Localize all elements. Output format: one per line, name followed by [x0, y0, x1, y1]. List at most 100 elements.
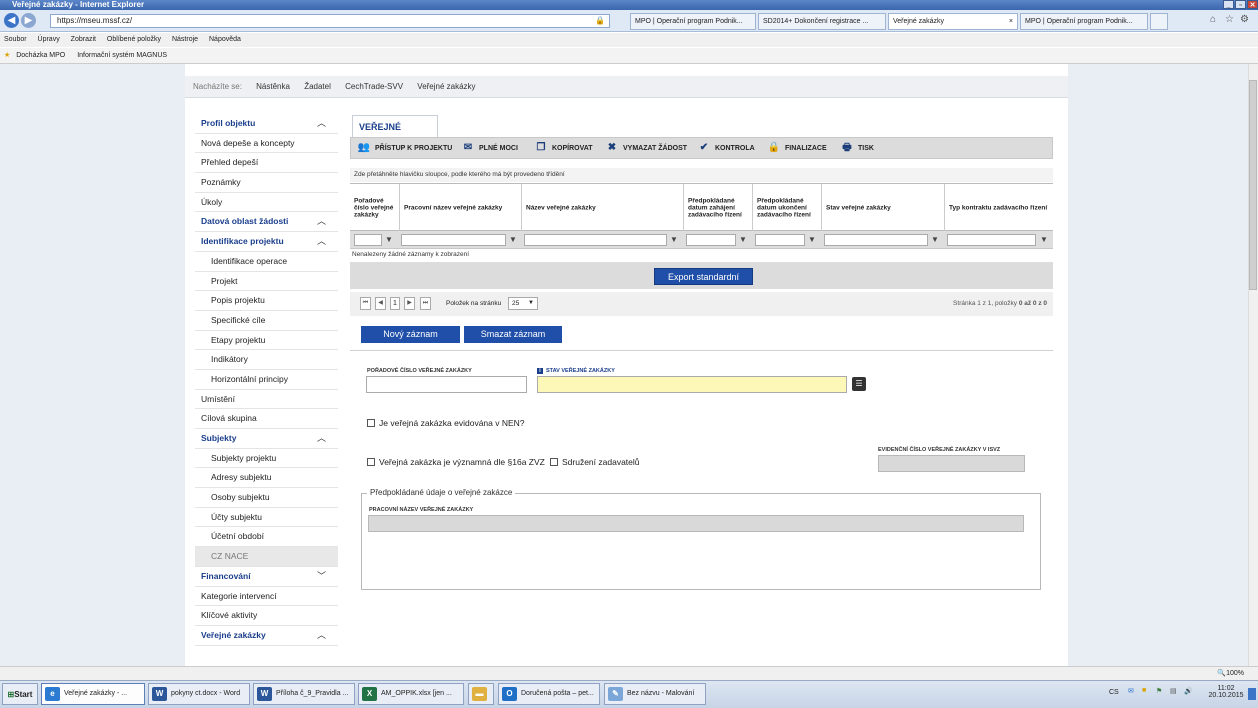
chevron-up-icon[interactable]: ︿: [317, 626, 326, 645]
column-header-end-date[interactable]: Předpokládané datum ukončení zadávacího …: [753, 184, 822, 232]
menu-help[interactable]: Nápověda: [209, 36, 241, 43]
breadcrumb-item-dashboard[interactable]: Nástěnka: [256, 82, 290, 91]
close-button[interactable]: ✕: [1247, 0, 1258, 9]
taskbar-task[interactable]: X AM_OPPIK.xlsx [jen ...: [358, 683, 464, 705]
address-bar[interactable]: https://mseu.mssf.cz/ 🔒: [50, 14, 610, 28]
sidebar-item[interactable]: Umístění: [195, 389, 338, 410]
close-tab-icon[interactable]: ×: [1009, 14, 1013, 29]
finalize-button[interactable]: 🔒 FINALIZACE: [767, 138, 827, 158]
sidebar-item[interactable]: Kategorie intervencí: [195, 586, 338, 607]
sidebar-item[interactable]: Nová depeše a koncepty: [195, 133, 338, 154]
checkbox-box[interactable]: [367, 419, 375, 427]
access-project-button[interactable]: 👥 PŘÍSTUP K PROJEKTU: [357, 138, 453, 158]
sidebar-item[interactable]: Datová oblast žádosti ︿: [195, 212, 338, 233]
last-page-icon[interactable]: ⏭: [420, 297, 431, 310]
page-size-select[interactable]: 25 ▼: [508, 297, 538, 310]
chevron-up-icon[interactable]: ︿: [317, 429, 326, 448]
filter-icon[interactable]: ▼: [670, 234, 679, 246]
state-input[interactable]: [537, 376, 847, 393]
column-header-order[interactable]: Pořadové číslo veřejné zakázky: [350, 184, 400, 232]
column-header-working-name[interactable]: Pracovní název veřejné zakázky: [400, 184, 522, 232]
network-icon[interactable]: ▤: [1170, 687, 1177, 695]
significant-checkbox[interactable]: Veřejná zakázka je významná dle §16a ZVZ: [367, 457, 545, 467]
forward-icon[interactable]: ▶: [21, 13, 36, 28]
column-header-name[interactable]: Název veřejné zakázky: [522, 184, 684, 232]
sidebar-item[interactable]: Horizontální principy: [195, 369, 338, 390]
tab-mpo-1[interactable]: MPO | Operační program Podnik...: [630, 13, 756, 30]
power-of-attorney-button[interactable]: ✉ PLNÉ MOCI: [461, 138, 518, 158]
column-header-start-date[interactable]: Předpokládané datum zahájení zadávacího …: [684, 184, 753, 232]
minimize-button[interactable]: _: [1223, 0, 1234, 9]
filter-icon[interactable]: ▼: [931, 234, 940, 246]
sidebar-item[interactable]: Specifické cíle: [195, 310, 338, 331]
order-number-input[interactable]: [366, 376, 527, 393]
menu-file[interactable]: Soubor: [4, 36, 27, 43]
folder-tray-icon[interactable]: ■: [1142, 687, 1146, 694]
delete-application-button[interactable]: ✖ VYMAZAT ŽÁDOST: [605, 138, 687, 158]
sidebar-item[interactable]: Identifikace operace: [195, 251, 338, 272]
filter-order-input[interactable]: [354, 234, 382, 246]
sidebar-item[interactable]: Cílová skupina: [195, 409, 338, 429]
scrollbar-thumb[interactable]: [1249, 80, 1257, 290]
taskbar-task[interactable]: ✎ Bez názvu - Malování: [604, 683, 706, 705]
print-button[interactable]: 🖶 TISK: [840, 138, 874, 158]
sidebar-item[interactable]: Indikátory: [195, 350, 338, 370]
filter-contract-type-input[interactable]: [947, 234, 1036, 246]
breadcrumb-item-project[interactable]: CechTrade-SVV: [345, 82, 403, 91]
tab-verejne-zakazky[interactable]: Veřejné zakázky ×: [888, 13, 1018, 30]
column-header-state[interactable]: Stav veřejné zakázky: [822, 184, 945, 232]
column-header-contract-type[interactable]: Typ kontraktu zadávacího řízení: [945, 184, 1053, 232]
sidebar-item[interactable]: Popis projektu: [195, 291, 338, 311]
filter-name-input[interactable]: [524, 234, 667, 246]
taskbar-task[interactable]: W Příloha č_9_Pravidla ...: [253, 683, 355, 705]
zoom-level[interactable]: 🔍100%: [1217, 667, 1244, 681]
sidebar-item[interactable]: Veřejné zakázky ︿: [195, 625, 338, 646]
filter-working-name-input[interactable]: [401, 234, 506, 246]
menu-view[interactable]: Zobrazit: [71, 36, 96, 43]
filter-icon[interactable]: ▼: [1040, 234, 1049, 246]
first-page-icon[interactable]: ⏮: [360, 297, 371, 310]
sidebar-item[interactable]: Přehled depeší: [195, 153, 338, 174]
taskbar-task[interactable]: O Doručená pošta – pet...: [498, 683, 600, 705]
sidebar-item[interactable]: Účetní období: [195, 527, 338, 548]
taskbar-task[interactable]: ▬: [468, 683, 494, 705]
maximize-button[interactable]: ▫: [1235, 0, 1246, 9]
sidebar-item[interactable]: Klíčové aktivity: [195, 606, 338, 626]
sidebar-item[interactable]: Subjekty projektu: [195, 448, 338, 469]
sidebar-item[interactable]: Etapy projektu: [195, 330, 338, 351]
menu-edit[interactable]: Úpravy: [38, 36, 60, 43]
filter-end-date-input[interactable]: [755, 234, 805, 246]
sidebar-item[interactable]: Projekt: [195, 271, 338, 292]
checkbox-box[interactable]: [367, 458, 375, 466]
sidebar-item[interactable]: Profil objektu ︿: [195, 114, 338, 134]
checkbox-box[interactable]: [550, 458, 558, 466]
new-tab-button[interactable]: [1150, 13, 1168, 30]
volume-icon[interactable]: 🔊: [1184, 687, 1193, 695]
menu-favorites[interactable]: Oblíbené položky: [107, 36, 161, 43]
export-standard-button[interactable]: Export standardní: [654, 268, 753, 285]
chevron-down-icon[interactable]: ﹀: [317, 567, 326, 586]
fav-magnus[interactable]: Informační systém MAGNUS: [77, 52, 167, 59]
filter-icon[interactable]: ▼: [739, 234, 748, 246]
start-button[interactable]: ⊞Start: [2, 683, 38, 705]
sidebar-item[interactable]: Financování ﹀: [195, 566, 338, 587]
sidebar-item[interactable]: Adresy subjektu: [195, 468, 338, 489]
check-button[interactable]: ✔ KONTROLA: [697, 138, 755, 158]
gear-icon[interactable]: ⚙: [1240, 14, 1249, 25]
chevron-up-icon[interactable]: ︿: [317, 114, 326, 133]
next-page-icon[interactable]: ▶: [404, 297, 415, 310]
new-record-button[interactable]: Nový záznam: [361, 326, 460, 343]
sidebar-item[interactable]: Osoby subjektu: [195, 488, 338, 508]
sidebar-item[interactable]: Identifikace projektu ︿: [195, 232, 338, 252]
filter-icon[interactable]: ▼: [385, 234, 394, 246]
sidebar-item[interactable]: CZ NACE: [195, 547, 338, 567]
association-checkbox[interactable]: Sdružení zadavatelů: [550, 457, 640, 467]
filter-icon[interactable]: ▼: [509, 234, 518, 246]
filter-state-input[interactable]: [824, 234, 928, 246]
filter-start-date-input[interactable]: [686, 234, 736, 246]
tab-sd2014[interactable]: SD2014+ Dokončení registrace ...: [758, 13, 886, 30]
sidebar-item[interactable]: Poznámky: [195, 173, 338, 193]
copy-button[interactable]: ❐ KOPÍROVAT: [534, 138, 593, 158]
taskbar-task[interactable]: Wpokyny ct.docx - Word: [148, 683, 250, 705]
breadcrumb-item-applicant[interactable]: Žadatel: [304, 82, 331, 91]
